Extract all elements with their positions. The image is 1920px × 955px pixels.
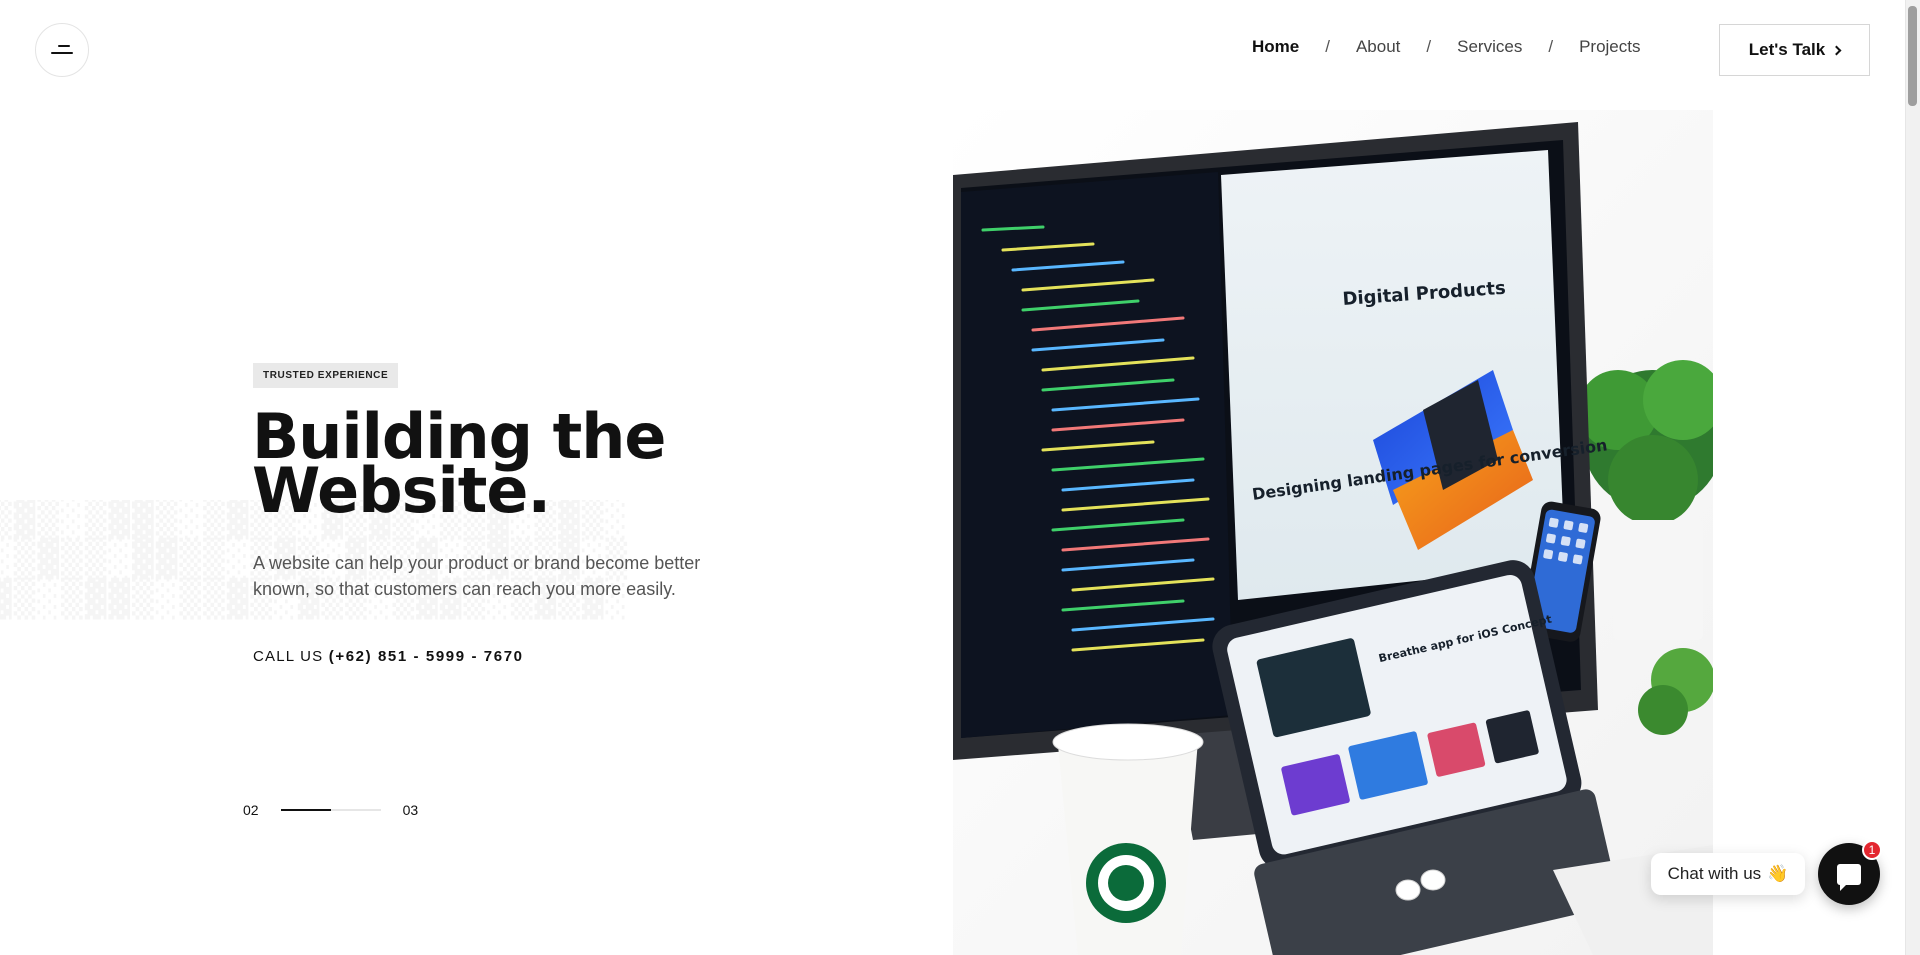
nav-about[interactable]: About <box>1356 37 1400 57</box>
coffee-cup <box>1052 723 1204 955</box>
nav-separator: / <box>1426 37 1432 56</box>
hero-title: Building the Website. <box>252 406 666 522</box>
menu-icon <box>51 45 73 55</box>
lets-talk-button[interactable]: Let's Talk <box>1719 24 1870 76</box>
call-label: CALL US <box>253 648 324 665</box>
nav-separator: / <box>1325 37 1330 56</box>
page-scrollbar[interactable] <box>1905 0 1920 955</box>
call-us: CALL US (+62) 851 - 5999 - 7670 <box>253 648 524 665</box>
chat-bubble-icon <box>1837 863 1861 891</box>
main-nav: Home / About / Services / Projects <box>1252 37 1640 57</box>
chat-label: Chat with us <box>1667 864 1762 883</box>
nav-separator: / <box>1548 37 1554 56</box>
slide-current: 02 <box>243 802 259 818</box>
nav-services[interactable]: Services <box>1457 37 1522 57</box>
hero-image: Digital Products Designing landing pages… <box>953 110 1713 955</box>
menu-button[interactable] <box>35 23 89 77</box>
chat-notification-badge: 1 <box>1862 840 1882 860</box>
phone-link[interactable]: (+62) 851 - 5999 - 7670 <box>329 648 524 665</box>
nav-home[interactable]: Home <box>1252 37 1299 57</box>
nav-projects[interactable]: Projects <box>1579 37 1640 57</box>
slide-indicator: 02 03 <box>243 802 418 818</box>
waving-hand-icon: 👋 <box>1767 864 1789 883</box>
slide-progress-fill <box>280 809 331 811</box>
hero-badge: TRUSTED EXPERIENCE <box>253 363 399 388</box>
slide-progress-track[interactable] <box>280 809 381 811</box>
hero-description: A website can help your product or brand… <box>253 553 701 599</box>
chevron-right-icon <box>1831 45 1842 56</box>
chat-with-us-button[interactable]: Chat with us 👋 <box>1651 853 1805 895</box>
lets-talk-label: Let's Talk <box>1748 40 1826 59</box>
scrollbar-thumb[interactable] <box>1908 6 1917 106</box>
slide-next: 03 <box>402 802 419 818</box>
